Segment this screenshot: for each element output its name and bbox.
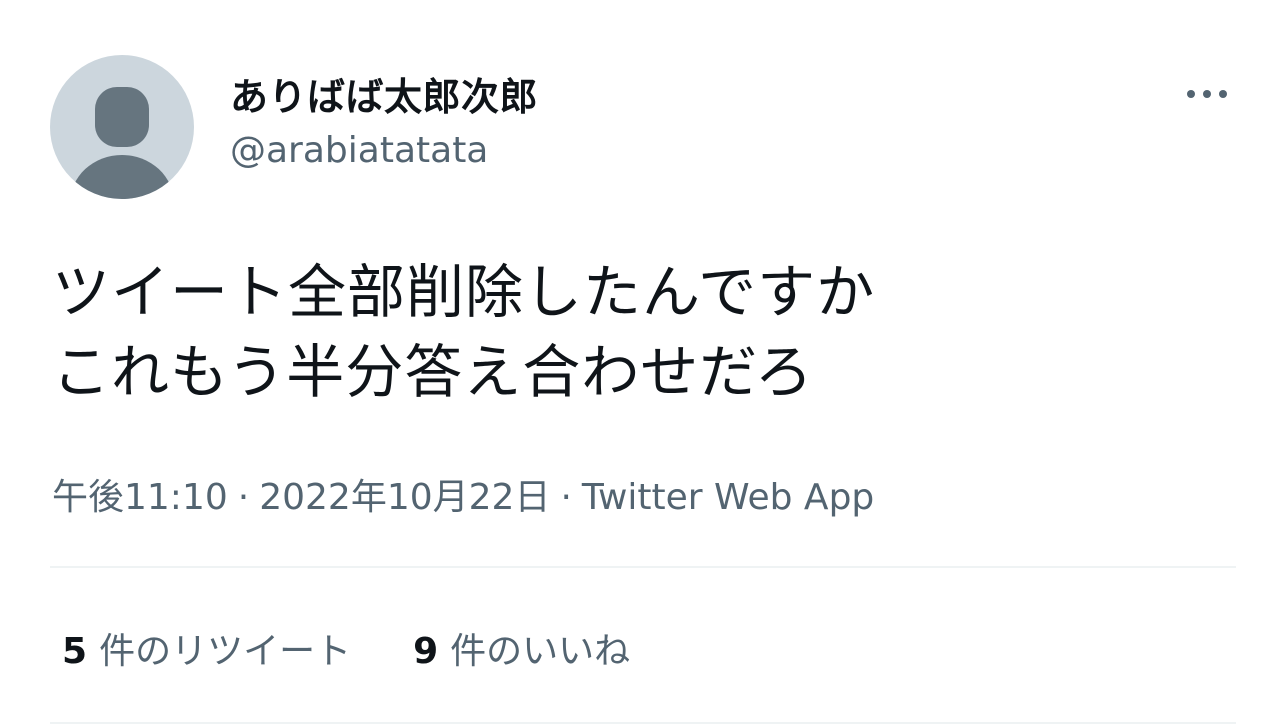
avatar[interactable] — [50, 55, 194, 199]
separator-dot: · — [237, 477, 250, 518]
retweet-label: 件のリツイート — [99, 631, 352, 672]
tweet-text: ツイート全部削除したんですか これもう半分答え合わせだろ — [52, 258, 876, 406]
separator-dot: · — [560, 477, 572, 518]
tweet-detail: ありばば太郎次郎 @arabiatatata ツイート全部削除したんですか これ… — [0, 0, 1280, 726]
divider — [50, 566, 1236, 568]
retweet-count: 5 — [62, 631, 88, 672]
tweet-stats: 5 件のリツイート 9 件のいいね — [62, 622, 692, 674]
divider — [50, 722, 1236, 724]
tweet-metadata: 午後11:10 · 2022年10月22日 · Twitter Web App — [52, 468, 874, 520]
user-handle[interactable]: @arabiatatata — [230, 130, 488, 171]
more-horizontal-icon — [1187, 90, 1227, 98]
tweet-date[interactable]: 2022年10月22日 — [259, 477, 550, 518]
tweet-source-link[interactable]: Twitter Web App — [582, 477, 874, 518]
default-profile-icon — [70, 87, 174, 199]
tweet-time[interactable]: 午後11:10 — [52, 477, 228, 518]
like-label: 件のいいね — [450, 631, 631, 672]
more-options-button[interactable] — [1180, 75, 1236, 115]
like-count: 9 — [413, 631, 439, 672]
likes-stat[interactable]: 9 件のいいね — [413, 622, 630, 674]
user-display-name[interactable]: ありばば太郎次郎 — [230, 66, 538, 121]
retweets-stat[interactable]: 5 件のリツイート — [62, 622, 351, 674]
